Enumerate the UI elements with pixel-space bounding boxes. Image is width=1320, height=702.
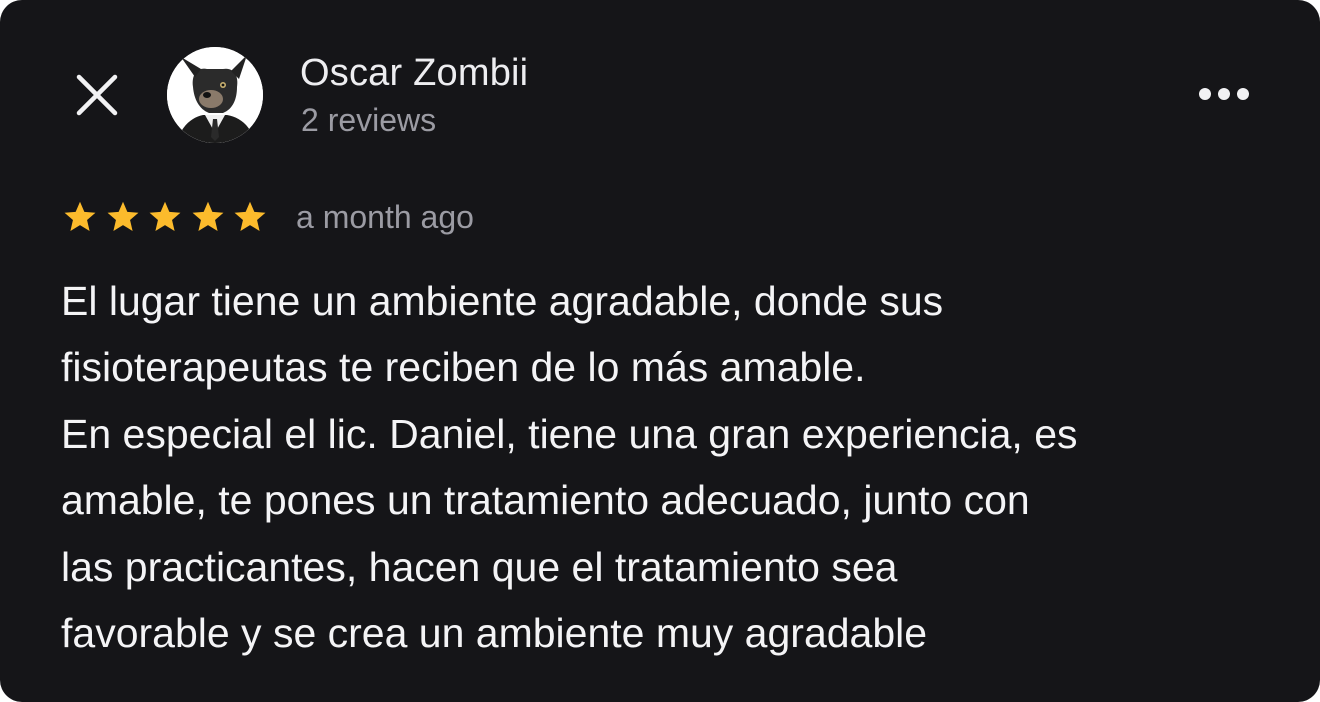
avatar-dog-icon xyxy=(167,47,263,143)
review-count[interactable]: 2 reviews xyxy=(301,101,436,139)
more-options-button[interactable] xyxy=(1186,66,1262,122)
star-icon xyxy=(64,201,96,231)
review-text: El lugar tiene un ambiente agradable, do… xyxy=(61,268,1286,666)
review-text-line: amable, te pones un tratamiento adecuado… xyxy=(61,477,1030,524)
star-icon xyxy=(107,201,138,231)
star-icon xyxy=(234,201,266,231)
review-text-line: fisioterapeutas te reciben de lo más ama… xyxy=(61,344,866,391)
star-rating xyxy=(62,199,268,235)
more-horizontal-icon xyxy=(1199,88,1249,100)
review-text-line: favorable y se crea un ambiente muy agra… xyxy=(61,610,928,657)
user-name[interactable]: Oscar Zombii xyxy=(300,51,528,95)
review-time: a month ago xyxy=(296,199,474,235)
review-text-line: En especial el lic. Daniel, tiene una gr… xyxy=(61,410,1078,457)
close-icon xyxy=(76,74,118,116)
avatar[interactable] xyxy=(167,47,263,143)
review-text-line: las practicantes, hacen que el tratamien… xyxy=(61,543,898,590)
star-icon xyxy=(192,201,223,231)
review-card: Oscar Zombii 2 reviews a month ago El lu… xyxy=(0,0,1320,702)
review-text-line: El lugar tiene un ambiente agradable, do… xyxy=(61,278,944,324)
star-icon xyxy=(149,201,181,231)
rating-row: a month ago xyxy=(62,196,474,238)
close-button[interactable] xyxy=(62,60,132,130)
